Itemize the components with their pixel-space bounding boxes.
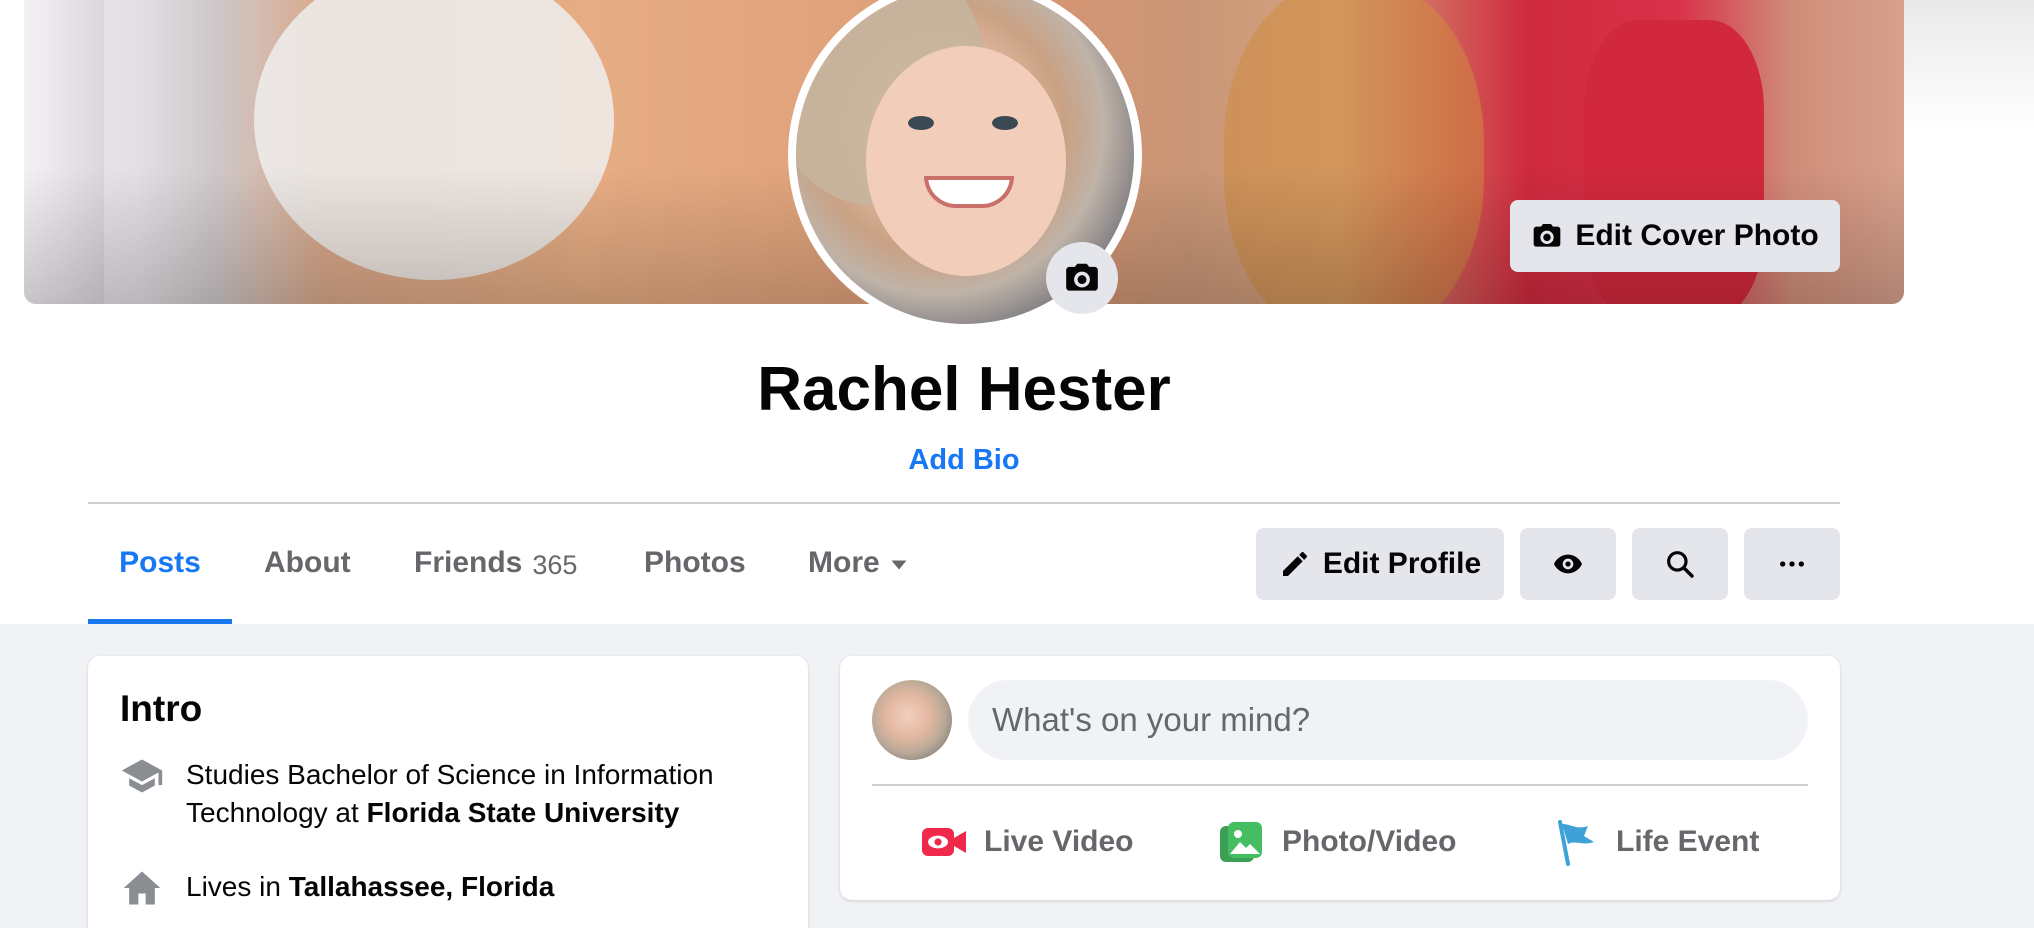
composer-avatar[interactable] — [872, 680, 952, 760]
camera-icon — [1533, 224, 1561, 247]
tab-more[interactable]: More — [808, 528, 908, 624]
school-link[interactable]: Florida State University — [367, 797, 680, 828]
caret-down-icon — [891, 560, 907, 570]
photo-video-label: Photo/Video — [1282, 825, 1457, 858]
tab-about[interactable]: About — [264, 528, 351, 624]
residence-text: Lives in — [186, 871, 289, 902]
whats-on-your-mind-input[interactable]: What's on your mind? — [968, 680, 1808, 760]
tab-friends[interactable]: Friends 365 — [414, 528, 577, 624]
edit-profile-label: Edit Profile — [1322, 547, 1482, 580]
flag-icon — [1558, 820, 1594, 866]
photo-icon — [1220, 822, 1262, 862]
intro-education: Studies Bachelor of Science in Informati… — [120, 756, 780, 832]
live-video-icon — [922, 828, 966, 856]
tab-photos-label: Photos — [644, 546, 746, 579]
edit-cover-photo-label: Edit Cover Photo — [1575, 219, 1819, 252]
tab-posts-label: Posts — [119, 546, 201, 579]
eye-icon — [1554, 554, 1582, 574]
friends-count: 365 — [532, 550, 578, 580]
more-options-button[interactable] — [1744, 528, 1840, 600]
tab-posts[interactable]: Posts — [88, 528, 232, 624]
tab-photos[interactable]: Photos — [644, 528, 746, 624]
city-link[interactable]: Tallahassee, Florida — [289, 871, 555, 902]
edit-profile-button[interactable]: Edit Profile — [1256, 528, 1504, 600]
ellipsis-icon — [1780, 561, 1804, 567]
live-video-button[interactable]: Live Video — [920, 806, 1134, 878]
life-event-label: Life Event — [1616, 825, 1760, 858]
photo-video-button[interactable]: Photo/Video — [1218, 806, 1456, 878]
search-icon — [1667, 551, 1694, 578]
home-icon — [123, 871, 161, 905]
add-bio-link[interactable]: Add Bio — [0, 444, 1928, 477]
tab-more-label: More — [808, 546, 880, 579]
graduation-cap-icon — [121, 759, 163, 793]
update-profile-picture-button[interactable] — [1046, 242, 1118, 314]
live-video-label: Live Video — [984, 825, 1134, 858]
intro-title: Intro — [120, 688, 203, 729]
view-as-button[interactable] — [1520, 528, 1616, 600]
tab-about-label: About — [264, 546, 351, 579]
profile-name: Rachel Hester — [757, 355, 1171, 424]
header-divider — [88, 502, 1840, 504]
edit-cover-photo-button[interactable]: Edit Cover Photo — [1510, 200, 1840, 272]
search-profile-button[interactable] — [1632, 528, 1728, 600]
pencil-icon — [1282, 551, 1307, 576]
cover-edge-fade — [1904, 0, 2034, 130]
post-composer: What's on your mind? Live Video Photo/Vi… — [840, 656, 1840, 900]
life-event-button[interactable]: Life Event — [1552, 806, 1759, 878]
tab-friends-label: Friends — [414, 546, 523, 579]
intro-residence: Lives in Tallahassee, Florida — [120, 868, 554, 910]
composer-divider — [872, 784, 1808, 786]
camera-icon — [1066, 263, 1098, 291]
